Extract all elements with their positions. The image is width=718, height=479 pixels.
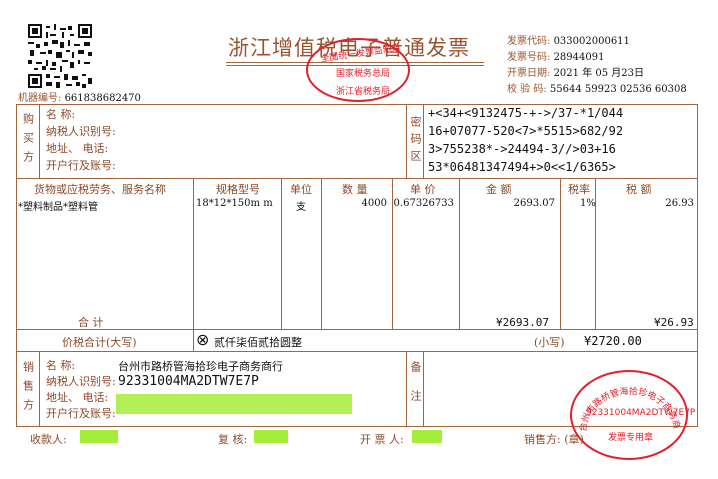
cipher-section-label: 密码区 <box>406 104 424 179</box>
seller-address-label: 地址、 电话: <box>46 391 109 404</box>
svg-text:台州市路桥管海拾珍电子商务商行: 台州市路桥管海拾珍电子商务商行 <box>570 370 683 432</box>
cipher-line-4: 53*06481347494+>0<<1/6365> <box>428 160 616 174</box>
seller-bank-label: 开户行及账号: <box>46 407 116 420</box>
seal-bottom-text: 发票专用章 <box>608 433 654 443</box>
header-price: 单 价 <box>410 183 436 196</box>
header-tax: 税 额 <box>626 183 652 196</box>
seller-fields: 名 称: 纳税人识别号: 地址、 电话: 开户行及账号: <box>46 358 116 422</box>
seller-name: 台州市路桥管海拾珍电子商务商行 <box>118 360 283 373</box>
qr-code <box>28 24 92 88</box>
item-price: 0.67326733 <box>393 198 454 209</box>
item-spec: 18*12*150m m <box>196 198 273 209</box>
total-label: 合 计 <box>78 316 104 329</box>
grand-total-symbol: ⊗ <box>196 330 210 349</box>
total-tax: ¥26.93 <box>654 316 694 329</box>
footer-drawer: 开 票 人: <box>360 433 404 446</box>
seller-name-label: 名 称: <box>46 359 76 372</box>
machine-number-label: 机器编号: <box>18 93 62 104</box>
item-rate: 1% <box>580 198 596 209</box>
seller-address-redaction <box>116 394 352 414</box>
footer-reviewer: 复 核: <box>218 433 248 446</box>
header-unit: 单位 <box>290 183 312 196</box>
buyer-section-label: 购买方 <box>16 104 40 179</box>
invoice-meta: 发票代码: 033002000611 发票号码: 28944091 开票日期: … <box>507 34 687 98</box>
buyer-fields: 名 称: 纳税人识别号: 地址、 电话: 开户行及账号: <box>46 106 116 174</box>
buyer-address-label: 地址、 电话: <box>46 142 109 155</box>
stamp-top-line-1: 全国统一发票监制章 <box>319 43 402 65</box>
item-name: *塑料制品*塑料管 <box>18 202 98 213</box>
grand-total-small-label: (小写) <box>534 336 565 349</box>
stamp-top-line-3: 浙江省税务局 <box>336 87 391 97</box>
header-qty: 数 量 <box>342 183 368 196</box>
grand-total-words: 贰仟柒佰贰拾圆整 <box>214 336 302 349</box>
item-tax: 26.93 <box>665 198 694 209</box>
footer-payee: 收款人: <box>30 433 67 446</box>
table-row: *塑料制品*塑料管 18*12*150m m 支 4000 0.67326733… <box>16 198 698 214</box>
payee-redaction <box>80 430 118 443</box>
reviewer-redaction <box>254 430 288 443</box>
invoice-seal-stamp: 台州市路桥管海拾珍电子商务商行 92331004MA2DTW7E7P 发票专用章 <box>570 370 695 460</box>
cipher-line-1: +<34+<9132475-+->/37-*1/044 <box>428 106 624 120</box>
items-header: 货物或应税劳务、服务名称 规格型号 单位 数 量 单 价 金 额 税率 税 额 <box>16 181 698 197</box>
meta-code: 发票代码: 033002000611 <box>507 36 630 47</box>
item-qty: 4000 <box>361 198 387 209</box>
buyer-bank-label: 开户行及账号: <box>46 159 116 172</box>
cipher-line-3: 3>755238*->24494-3//>03+16 <box>428 142 616 156</box>
machine-number: 机器编号: 661838682470 <box>18 89 141 104</box>
seller-taxid: 92331004MA2DTW7E7P <box>118 374 259 389</box>
stamp-top-line-2: 国家税务总局 <box>336 69 391 79</box>
header-amount: 金 额 <box>486 183 512 196</box>
buyer-name-label: 名 称: <box>46 108 76 121</box>
header-rate: 税率 <box>568 183 590 196</box>
meta-number: 发票号码: 28944091 <box>507 52 605 63</box>
drawer-redaction <box>412 430 442 443</box>
remarks-section-label: 备注 <box>406 352 424 427</box>
seller-section-label: 销售方 <box>16 352 40 427</box>
seller-taxid-label: 纳税人识别号: <box>46 375 116 388</box>
meta-date: 开票日期: 2021 年 05 月23日 <box>507 68 644 79</box>
seal-tax-id: 92331004MA2DTW7E7P <box>586 408 696 418</box>
grand-total-small-value: ¥2720.00 <box>584 334 642 348</box>
total-amount: ¥2693.07 <box>496 316 549 329</box>
grand-total-label: 价税合计(大写) <box>62 336 137 349</box>
footer-seller-seal: 销售方: (章) <box>524 433 584 446</box>
item-amount: 2693.07 <box>513 198 555 209</box>
qr-code-icon <box>28 24 92 88</box>
header-name: 货物或应税劳务、服务名称 <box>34 183 166 196</box>
header-spec: 规格型号 <box>216 183 260 196</box>
meta-check-code: 校 验 码: 55644 59923 02536 60308 <box>507 84 687 95</box>
grand-total-divider <box>193 329 194 352</box>
cipher-text: +<34+<9132475-+->/37-*1/044 16+07077-520… <box>428 104 623 176</box>
machine-number-value: 661838682470 <box>64 93 141 104</box>
supervision-stamp: 全国统一发票监制章 国家税务总局 浙江省税务局 <box>306 38 410 102</box>
item-unit: 支 <box>296 202 306 213</box>
cipher-line-2: 16+07077-520<7>*5515>682/92 <box>428 124 624 138</box>
buyer-taxid-label: 纳税人识别号: <box>46 125 116 138</box>
